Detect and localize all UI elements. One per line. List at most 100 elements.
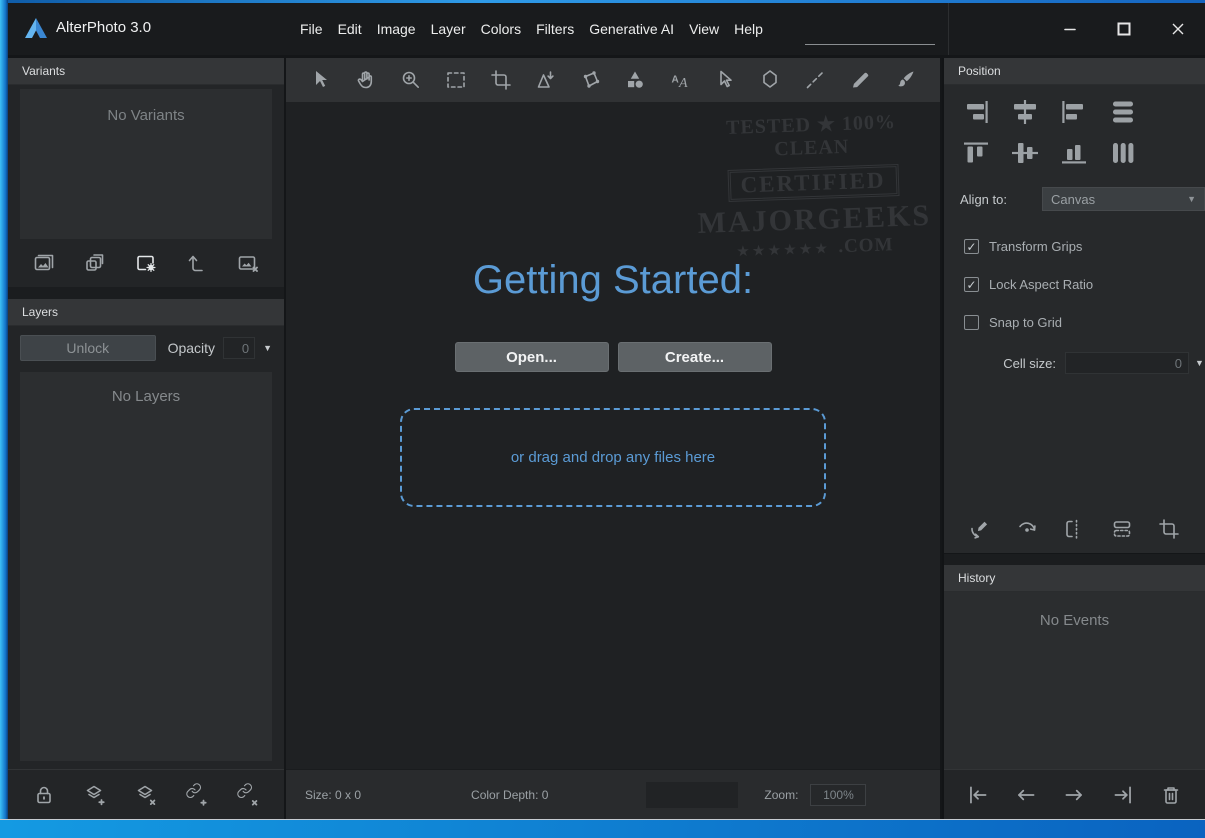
lock-button[interactable]	[27, 777, 61, 813]
align-vertical-center-button[interactable]	[1009, 139, 1041, 167]
select-tool-icon	[309, 68, 333, 92]
transform-grips-checkbox[interactable]	[964, 239, 979, 254]
status-bar: Size: 0 x 0 Color Depth: 0 Zoom: 100%	[286, 769, 940, 819]
snap-to-grid-checkbox[interactable]	[964, 315, 979, 330]
brush-tool-button[interactable]	[888, 62, 922, 98]
variants-list[interactable]: No Variants	[20, 89, 272, 239]
rotate-button[interactable]	[1010, 511, 1044, 547]
open-button[interactable]: Open...	[455, 342, 609, 372]
maximize-button[interactable]	[1097, 3, 1151, 55]
canvas[interactable]: TESTED ★ 100% CLEAN CERTIFIED MAJORGEEKS…	[286, 102, 940, 769]
svg-text:A: A	[672, 75, 679, 86]
variants-toolbar	[8, 239, 284, 287]
warp-tool-icon	[579, 68, 603, 92]
free-rotate-button[interactable]	[963, 511, 997, 547]
app-logo-icon	[22, 16, 50, 45]
cell-size-label: Cell size:	[944, 356, 1056, 371]
align-top-button[interactable]	[960, 139, 992, 167]
close-icon	[1170, 21, 1186, 37]
distribute-vertically-button[interactable]	[1107, 98, 1139, 126]
transform-tool-icon	[534, 68, 558, 92]
window-controls	[1043, 3, 1205, 55]
node-select-tool-button[interactable]	[708, 62, 742, 98]
menu-layer[interactable]: Layer	[431, 21, 466, 37]
delete-layer-button[interactable]	[129, 777, 163, 813]
next-event-button[interactable]	[1057, 777, 1091, 813]
opacity-dropdown-caret-icon[interactable]: ▼	[263, 344, 272, 353]
pan-tool-button[interactable]	[349, 62, 383, 98]
next-event-icon	[1061, 782, 1087, 808]
crop-tool-button[interactable]	[484, 62, 518, 98]
distribute-horizontally-button[interactable]	[1107, 139, 1139, 167]
create-button[interactable]: Create...	[618, 342, 772, 372]
menu-view[interactable]: View	[689, 21, 719, 37]
flip-vertical-button[interactable]	[1105, 511, 1139, 547]
select-tool-button[interactable]	[304, 62, 338, 98]
position-spacer	[944, 374, 1205, 505]
history-toolbar	[944, 769, 1205, 819]
search-field[interactable]	[805, 44, 935, 45]
drag-drop-text: or drag and drop any files here	[511, 449, 715, 466]
layers-controls: Unlock Opacity 0 ▼	[8, 326, 284, 365]
last-event-button[interactable]	[1106, 777, 1140, 813]
layers-list[interactable]: No Layers	[20, 372, 272, 761]
variants-panel-title: Variants	[22, 64, 65, 78]
menu-image[interactable]: Image	[377, 21, 416, 37]
cell-size-caret-icon[interactable]: ▼	[1195, 359, 1204, 368]
first-event-button[interactable]	[961, 777, 995, 813]
add-image-variant-button[interactable]	[27, 245, 61, 281]
status-input-field[interactable]	[646, 782, 738, 808]
opacity-value-field[interactable]: 0	[223, 337, 255, 359]
line-tool-button[interactable]	[798, 62, 832, 98]
delete-history-button[interactable]	[1154, 777, 1188, 813]
text-tool-button[interactable]: A A	[663, 62, 697, 98]
window-frame-left	[0, 0, 8, 820]
menu-generative-ai[interactable]: Generative AI	[589, 21, 674, 37]
delete-variant-icon	[236, 251, 260, 275]
variant-settings-button[interactable]	[129, 245, 163, 281]
close-button[interactable]	[1151, 3, 1205, 55]
drag-drop-zone[interactable]: or drag and drop any files here	[400, 408, 826, 507]
lock-aspect-ratio-checkbox[interactable]	[964, 277, 979, 292]
align-to-row: Align to: Canvas ▼	[944, 180, 1205, 211]
zoom-tool-button[interactable]	[394, 62, 428, 98]
tools-toolbar: A A	[286, 58, 940, 102]
previous-event-button[interactable]	[1009, 777, 1043, 813]
remove-link-button[interactable]	[231, 777, 265, 813]
menu-file[interactable]: File	[300, 21, 323, 37]
menu-colors[interactable]: Colors	[481, 21, 521, 37]
menu-edit[interactable]: Edit	[338, 21, 362, 37]
cell-size-field[interactable]: 0	[1065, 352, 1189, 374]
position-panel-title: Position	[958, 64, 1001, 78]
align-right-button[interactable]	[960, 98, 992, 126]
unlock-button[interactable]: Unlock	[20, 335, 156, 361]
transform-tool-button[interactable]	[529, 62, 563, 98]
zoom-value-field[interactable]: 100%	[810, 784, 866, 806]
align-to-dropdown[interactable]: Canvas ▼	[1042, 187, 1205, 211]
warp-tool-button[interactable]	[574, 62, 608, 98]
polygon-tool-button[interactable]	[753, 62, 787, 98]
align-left-button[interactable]	[1058, 98, 1090, 126]
flip-horizontal-button[interactable]	[1057, 511, 1091, 547]
shapes-tool-button[interactable]	[618, 62, 652, 98]
export-variant-button[interactable]	[180, 245, 214, 281]
add-link-button[interactable]	[180, 777, 214, 813]
align-to-caret-icon: ▼	[1187, 195, 1196, 204]
last-event-icon	[1110, 782, 1136, 808]
crop-to-content-button[interactable]	[1152, 511, 1186, 547]
brush-tool-icon	[893, 68, 917, 92]
align-bottom-button[interactable]	[1058, 139, 1090, 167]
menu-filters[interactable]: Filters	[536, 21, 574, 37]
pencil-tool-button[interactable]	[843, 62, 877, 98]
marquee-select-tool-button[interactable]	[439, 62, 473, 98]
transform-grips-row: Transform Grips	[944, 239, 1205, 254]
history-list[interactable]: No Events	[944, 592, 1205, 769]
minimize-button[interactable]	[1043, 3, 1097, 55]
delete-variant-button[interactable]	[231, 245, 265, 281]
duplicate-variant-button[interactable]	[78, 245, 112, 281]
align-top-icon	[961, 140, 991, 166]
align-horizontal-center-button[interactable]	[1009, 98, 1041, 126]
add-layer-button[interactable]	[78, 777, 112, 813]
menu-help[interactable]: Help	[734, 21, 763, 37]
app-window: AlterPhoto 3.0 File Edit Image Layer Col…	[8, 3, 1205, 819]
